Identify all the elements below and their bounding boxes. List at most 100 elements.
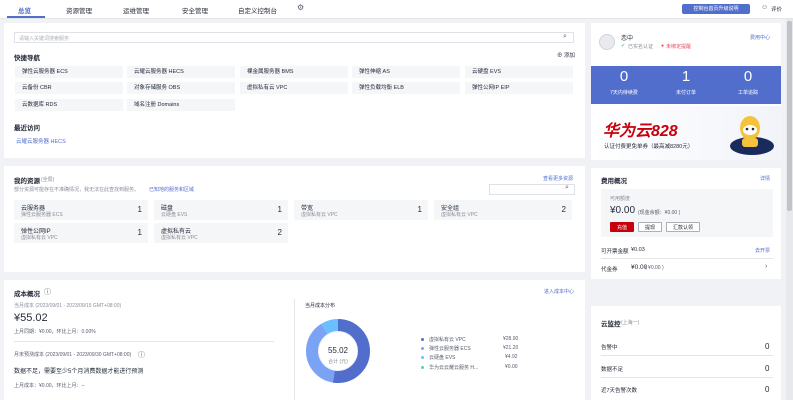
fee-title: 费用概况 [601,178,627,185]
quick-link[interactable]: 云耀云服务器 HECS [127,66,235,78]
credit-label: 可开票金额 [601,249,629,255]
resource-sub: 云硬盘 EVS [161,212,188,218]
quick-link[interactable]: 弹性云服务器 ECS [15,66,123,78]
recharge-button[interactable]: 充值 [610,222,634,232]
recent-title: 最近访问 [14,125,40,132]
forecast-text: 数据不足，需要至少5个月消费数据才能进行预测 [14,369,144,375]
legend-dot [421,366,424,369]
fee-center-link[interactable]: 费用中心 [750,34,770,41]
chevron-right-icon[interactable]: › [765,263,767,270]
quick-link[interactable]: 云备份 CBR [15,82,123,94]
search-icon[interactable]: ⌕ [565,184,569,192]
tab-security[interactable]: 安全管理 [182,5,208,15]
console-upgrade-button[interactable]: 控制台首页升级说明 [682,4,750,14]
search-input[interactable]: 请输入关键词搜索服务 [14,32,574,43]
current-cost-compare: 上月同期：¥0.00，环比上月：0.00% [14,329,96,335]
breakdown-value: ¥28.90 [503,336,519,342]
fee-detail-link[interactable]: 详情 [760,175,770,182]
search-icon[interactable]: ⌕ [563,33,567,41]
avatar[interactable] [599,34,615,50]
resource-tile[interactable]: 带宽 虚拟私有云 VPC 1 [294,200,428,220]
top-nav: 总览 资源管理 运维管理 安全管理 自定义控制台 ⚙ 控制台首页升级说明 ☺ 评… [0,0,793,19]
recent-item[interactable]: 云耀云服务器 HECS [16,137,66,145]
help-icon[interactable]: ⓘ [44,287,51,297]
stat-tickets[interactable]: 0 工单追踪 [717,68,779,96]
withdraw-button[interactable]: 提现 [638,222,662,232]
monitor-row-value[interactable]: 0 [765,364,769,373]
divider [294,299,295,400]
donut-total: 55.02 [327,346,349,355]
verified-text: 已实名认证 [628,44,654,50]
resource-count: 2 [277,228,282,237]
banner-text: 认证付费更免单券（最高减8280元） [604,144,694,150]
monitor-row-label: 告警中 [601,345,618,351]
remit-button[interactable]: 汇款认领 [666,222,700,232]
quick-link[interactable]: 弹性伸缩 AS [352,66,460,78]
resource-count: 2 [561,205,566,214]
voucher-sub: ( ¥0.00 ) [645,265,664,271]
quick-link[interactable]: 虚拟私有云 VPC [240,82,348,94]
resources-title: 我的资源 [14,178,40,185]
mascot-illustration [730,116,774,155]
quick-link[interactable]: 弹性公网IP EIP [465,82,573,94]
resource-count: 1 [137,205,142,214]
stat-label: 7天内待续费 [610,90,638,96]
gear-icon[interactable]: ⚙ [297,3,304,12]
divider [601,377,773,378]
monitor-row-value[interactable]: 0 [765,385,769,394]
breakdown-name: 云硬盘 EVS [429,355,456,361]
resource-count: 1 [417,205,422,214]
cost-center-link[interactable]: 进入成本中心 [544,288,574,295]
resource-sub: 虚拟私有云 VPC [301,212,338,218]
quick-link[interactable]: 对象存储服务 OBS [127,82,235,94]
resource-tile[interactable]: 磁盘 云硬盘 EVS 1 [154,200,288,220]
stat-label: 工单追踪 [737,90,758,96]
active-tab-indicator [7,16,45,18]
resource-tile[interactable]: 云服务器 弹性云服务器 ECS 1 [14,200,148,220]
tab-resources[interactable]: 资源管理 [66,5,92,15]
breakdown-value: ¥0.00 [505,364,518,370]
quick-link[interactable]: 域名注册 Domains [127,99,235,111]
resource-search-input[interactable] [489,184,575,195]
quick-link[interactable]: 云数据库 RDS [15,99,123,111]
resource-tile[interactable]: 安全组 虚拟私有云 VPC 2 [434,200,572,220]
stat-value: 0 [619,68,629,85]
breakdown-name: 虚拟私有云 VPC [429,337,466,343]
resource-sub: 虚拟私有云 VPC [161,235,198,241]
resource-count: 1 [277,205,282,214]
current-cost-value: ¥55.02 [14,312,48,324]
review-link[interactable]: 评价 [771,5,782,13]
legend-dot [421,347,424,350]
help-icon[interactable]: ⓘ [138,350,145,360]
tab-ops[interactable]: 运维管理 [123,5,149,15]
unbound-icon: ● [661,43,665,49]
scrollbar-thumb[interactable] [787,21,792,211]
dist-title: 当月成本分布 [305,303,336,309]
resource-sub: 弹性云服务器 ECS [21,212,63,218]
resources-scope: (全局) [41,177,55,183]
verified-icon: ✔ [621,43,626,49]
available-sub: (现金余额：¥0.00 ) [638,210,681,216]
stat-unpaid-orders[interactable]: 1 未付订单 [655,68,717,96]
more-resources-link[interactable]: 查看更多资源 [543,175,573,182]
quick-link[interactable]: 裸金属服务器 BMS [240,66,348,78]
divider [601,258,773,259]
account-name: 恋中 [621,36,634,42]
quick-link[interactable]: 弹性负载均衡 ELB [352,82,460,94]
monitor-row-value[interactable]: 0 [765,342,769,351]
resource-tile[interactable]: 虚拟私有云 虚拟私有云 VPC 2 [154,223,288,243]
unbound-badge[interactable]: 未绑定提醒 [666,43,691,50]
credit-value: ¥0.03 [631,247,645,253]
divider [601,355,773,356]
legend-dot [421,356,424,359]
resource-tile[interactable]: 弹性公网IP 虚拟私有云 VPC 1 [14,223,148,243]
invoice-link[interactable]: 去开票 [755,247,770,254]
known-services-link[interactable]: 已知地的服务和区域 [149,186,194,193]
tab-custom[interactable]: 自定义控制台 [238,5,277,15]
stat-renewal[interactable]: 0 7天内待续费 [593,68,655,96]
add-quick-nav-button[interactable]: ⊕ 添加 [557,51,575,59]
monitor-title: 云监控 [601,321,621,328]
divider [14,341,274,342]
tab-overview[interactable]: 总览 [18,5,31,15]
quick-link[interactable]: 云硬盘 EVS [465,66,573,78]
